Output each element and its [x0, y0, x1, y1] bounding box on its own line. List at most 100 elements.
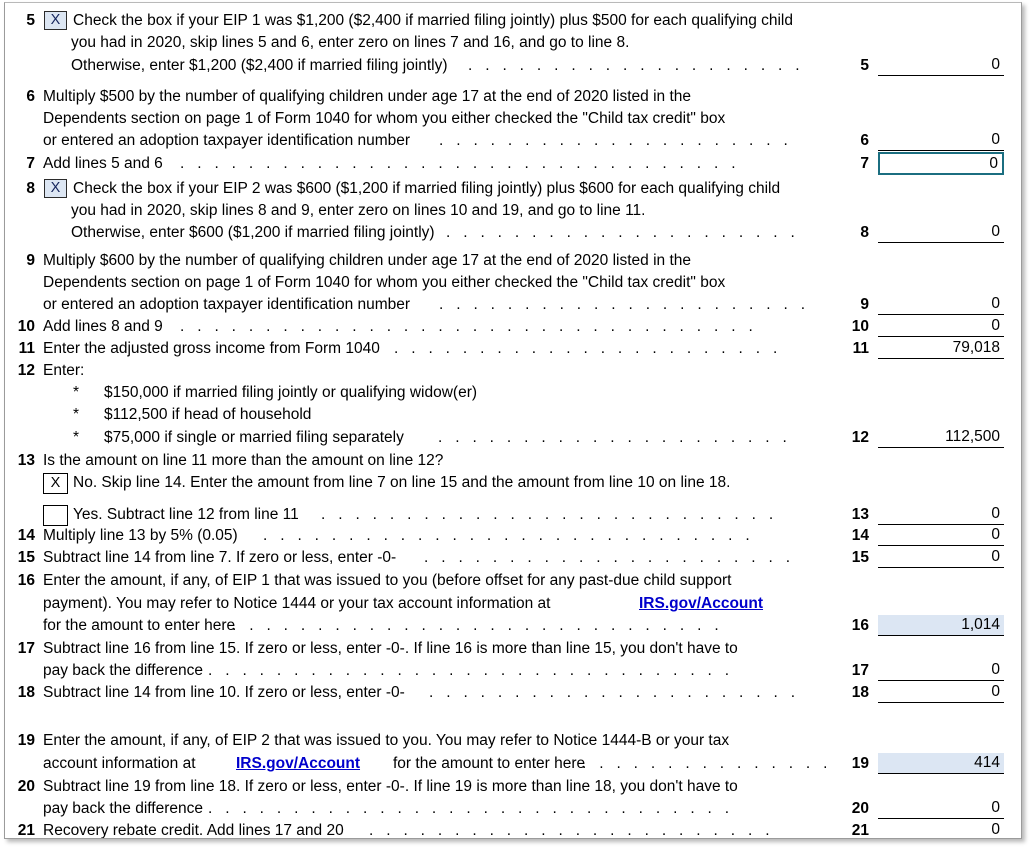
- amount-field-19[interactable]: 414: [878, 753, 1004, 774]
- amount-field-9[interactable]: 0: [878, 294, 1004, 315]
- amount-label-6: 6: [860, 132, 869, 149]
- line-5-continuation-2: Otherwise, enter $1,200 ($2,400 if marri…: [5, 54, 1021, 77]
- line-19-text-2a: account information at: [43, 755, 196, 772]
- line-16-continuation-1: payment). You may refer to Notice 1444 o…: [5, 592, 1021, 615]
- line-row-5: 5 X Check the box if your EIP 1 was $1,2…: [5, 9, 1021, 32]
- line-8-continuation-1: you had in 2020, skip lines 8 and 9, ent…: [5, 199, 1021, 222]
- checkbox-line-13-yes[interactable]: [43, 505, 68, 526]
- worksheet-sheet: 5 X Check the box if your EIP 1 was $1,2…: [4, 2, 1022, 839]
- line-8-text-3: Otherwise, enter $600 ($1,200 if married…: [71, 224, 435, 241]
- leader-dots: . . . . . . . . . . . . . . . . . . . . …: [180, 155, 736, 172]
- amount-field-17[interactable]: 0: [878, 660, 1004, 681]
- line-12-bullet-3-text: $75,000 if single or married filing sepa…: [104, 429, 404, 446]
- line-row-19: 19 Enter the amount, if any, of EIP 2 th…: [5, 729, 1021, 752]
- line-5-text-2: you had in 2020, skip lines 5 and 6, ent…: [71, 34, 630, 51]
- line-row-16: 16 Enter the amount, if any, of EIP 1 th…: [5, 569, 1021, 592]
- line-9-text-2: Dependents section on page 1 of Form 104…: [43, 274, 726, 291]
- line-9-text-1: Multiply $600 by the number of qualifyin…: [43, 252, 691, 269]
- amount-label-5: 5: [860, 57, 869, 74]
- bullet-star-icon: *: [73, 406, 80, 423]
- line-number-8: 8: [26, 180, 35, 197]
- line-8-continuation-2: Otherwise, enter $600 ($1,200 if married…: [5, 221, 1021, 244]
- line-14-text-1: Multiply line 13 by 5% (0.05): [43, 527, 238, 544]
- line-number-5: 5: [26, 12, 35, 29]
- amount-label-10: 10: [851, 318, 869, 335]
- amount-field-20[interactable]: 0: [878, 798, 1004, 819]
- line-number-12: 12: [17, 362, 35, 379]
- line-row-14: 14 Multiply line 13 by 5% (0.05) . . . .…: [5, 524, 1021, 547]
- line-21-text-1: Recovery rebate credit. Add lines 17 and…: [43, 822, 344, 839]
- amount-field-10[interactable]: 0: [878, 316, 1004, 337]
- line-13-text-1: Is the amount on line 11 more than the a…: [43, 452, 444, 469]
- leader-dots: . . . . . . . . . . . . . . . . . . . . …: [439, 132, 788, 149]
- amount-field-12[interactable]: 112,500: [878, 427, 1004, 448]
- line-12-bullet-1-text: $150,000 if married filing jointly or qu…: [104, 384, 478, 401]
- line-12-bullet-1: * $150,000 if married filing jointly or …: [5, 381, 1021, 404]
- amount-field-7[interactable]: 0: [878, 152, 1004, 175]
- line-9-continuation-1: Dependents section on page 1 of Form 104…: [5, 271, 1021, 294]
- worksheet-page: 5 X Check the box if your EIP 1 was $1,2…: [0, 0, 1034, 849]
- leader-dots: . . . . . . . . . . . . . . . . . . . . …: [438, 429, 787, 446]
- line-6-continuation-2: or entered an adoption taxpayer identifi…: [5, 129, 1021, 152]
- line-8-text-2: you had in 2020, skip lines 8 and 9, ent…: [71, 202, 646, 219]
- amount-label-20: 20: [851, 800, 869, 817]
- amount-field-8[interactable]: 0: [878, 222, 1004, 243]
- leader-dots: . . . . . . . . . . . . . . . . . . . . …: [180, 318, 753, 335]
- amount-field-21[interactable]: 0: [878, 820, 1004, 838]
- amount-field-5[interactable]: 0: [878, 55, 1004, 76]
- line-9-text-3: or entered an adoption taxpayer identifi…: [43, 296, 411, 313]
- line-5-text-1: Check the box if your EIP 1 was $1,200 (…: [73, 12, 794, 29]
- line-row-17: 17 Subtract line 16 from line 15. If zer…: [5, 637, 1021, 660]
- leader-dots: . . . . . . . . . . . . . . . . . . . . …: [208, 662, 730, 679]
- line-20-text-2: pay back the difference: [43, 800, 203, 817]
- amount-field-15[interactable]: 0: [878, 547, 1004, 568]
- line-row-18: 18 Subtract line 14 from line 10. If zer…: [5, 681, 1021, 704]
- checkbox-line-13-no[interactable]: X: [43, 473, 68, 494]
- line-number-10: 10: [17, 318, 35, 335]
- line-number-19: 19: [17, 732, 35, 749]
- line-13-option-yes: Yes. Subtract line 12 from line 11 . . .…: [5, 503, 1021, 526]
- line-12-bullet-3: * $75,000 if single or married filing se…: [5, 426, 1021, 449]
- irs-gov-account-link[interactable]: IRS.gov/Account: [236, 755, 360, 772]
- amount-label-18: 18: [851, 684, 869, 701]
- line-number-11: 11: [18, 340, 35, 357]
- checkbox-line-8[interactable]: X: [44, 179, 67, 198]
- line-row-7: 7 Add lines 5 and 6 . . . . . . . . . . …: [5, 152, 1021, 175]
- checkbox-line-5[interactable]: X: [44, 11, 67, 30]
- irs-gov-account-link[interactable]: IRS.gov/Account: [639, 595, 763, 612]
- leader-dots: . . . . . . . . . . . . . . . . . . . . …: [439, 296, 806, 313]
- line-number-7: 7: [26, 155, 35, 172]
- line-20-continuation-1: pay back the difference . . . . . . . . …: [5, 797, 1021, 820]
- line-6-text-2: Dependents section on page 1 of Form 104…: [43, 110, 726, 127]
- amount-field-18[interactable]: 0: [878, 682, 1004, 703]
- amount-label-14: 14: [851, 527, 869, 544]
- amount-label-13: 13: [851, 506, 869, 523]
- line-5-text-3: Otherwise, enter $1,200 ($2,400 if marri…: [71, 57, 448, 74]
- line-number-13: 13: [17, 452, 35, 469]
- line-13-no-text: No. Skip line 14. Enter the amount from …: [73, 474, 731, 491]
- amount-label-21: 21: [851, 822, 869, 839]
- line-number-18: 18: [17, 684, 35, 701]
- amount-field-6[interactable]: 0: [878, 130, 1004, 151]
- amount-label-8: 8: [860, 224, 869, 241]
- line-7-text-1: Add lines 5 and 6: [43, 155, 163, 172]
- line-10-text-1: Add lines 8 and 9: [43, 318, 163, 335]
- amount-label-17: 17: [851, 662, 869, 679]
- amount-label-11: 11: [852, 340, 869, 357]
- amount-field-11[interactable]: 79,018: [878, 338, 1004, 359]
- amount-field-16[interactable]: 1,014: [878, 615, 1004, 636]
- line-6-text-1: Multiply $500 by the number of qualifyin…: [43, 88, 691, 105]
- line-row-21: 21 Recovery rebate credit. Add lines 17 …: [5, 819, 1021, 839]
- leader-dots: . . . . . . . . . . . . . . . . . . . . …: [369, 822, 770, 839]
- line-17-text-1: Subtract line 16 from line 15. If zero o…: [43, 640, 738, 657]
- amount-field-13[interactable]: 0: [878, 504, 1004, 525]
- line-number-14: 14: [17, 527, 35, 544]
- line-19-continuation-1: account information at IRS.gov/Account f…: [5, 752, 1021, 775]
- leader-dots: . . . . . . . . . . . . . . . . . . . . …: [429, 684, 796, 701]
- amount-field-14[interactable]: 0: [878, 525, 1004, 546]
- line-row-20: 20 Subtract line 19 from line 18. If zer…: [5, 775, 1021, 798]
- amount-label-19: 19: [851, 755, 869, 772]
- line-17-text-2: pay back the difference: [43, 662, 203, 679]
- line-row-9: 9 Multiply $600 by the number of qualify…: [5, 249, 1021, 272]
- line-12-bullet-2-text: $112,500 if head of household: [104, 406, 312, 423]
